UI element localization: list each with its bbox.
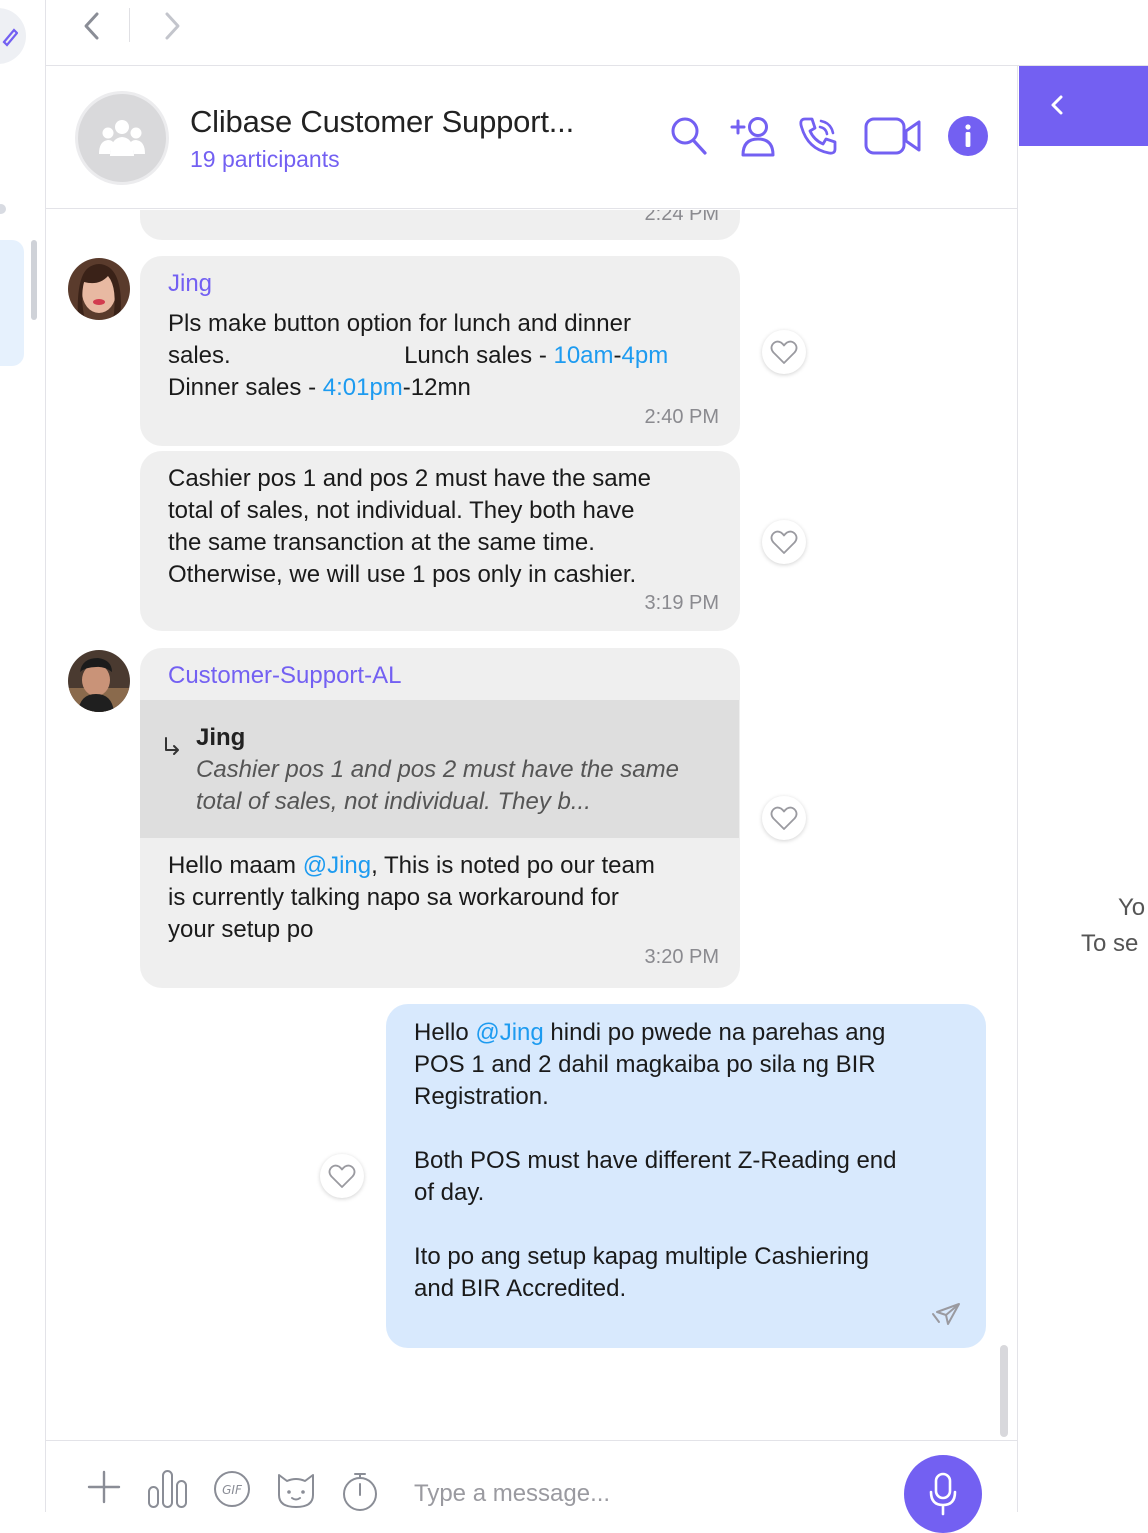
avatar-customer-support-al[interactable] xyxy=(68,650,130,712)
like-button[interactable] xyxy=(320,1154,364,1198)
panel-info-text: Yo xyxy=(1118,894,1146,921)
time-link[interactable]: 10am xyxy=(553,342,613,369)
message-status-icon xyxy=(932,1303,960,1325)
heart-icon xyxy=(770,806,798,830)
mention-link[interactable]: @Jing xyxy=(303,852,371,879)
call-icon xyxy=(799,117,837,155)
heart-icon xyxy=(770,530,798,554)
message-time: 3:19 PM xyxy=(644,592,719,614)
compose-icon xyxy=(2,28,18,47)
participants-count[interactable]: 19 participants xyxy=(190,146,340,173)
quoted-sender: Jing xyxy=(196,724,246,751)
svg-text:GIF: GIF xyxy=(222,1483,243,1497)
message-bubble-partial[interactable]: 2:24 PM xyxy=(140,210,740,240)
quoted-message[interactable]: Jing Cashier pos 1 and pos 2 must have t… xyxy=(140,700,739,838)
timer-button[interactable] xyxy=(338,1469,382,1513)
nav-divider xyxy=(129,8,130,42)
sticker-button[interactable] xyxy=(274,1469,318,1509)
info-button[interactable] xyxy=(945,113,991,159)
message-list[interactable]: 2:24 PM Jing Pls make button option for … xyxy=(46,210,1017,1440)
group-icon xyxy=(99,120,145,156)
microphone-icon xyxy=(929,1472,957,1516)
time-link[interactable]: 4:01pm xyxy=(323,374,403,401)
gif-icon: GIF xyxy=(214,1471,250,1507)
search-icon xyxy=(671,117,707,155)
sidebar-indicator xyxy=(0,204,6,214)
plus-icon xyxy=(87,1470,121,1504)
chat-title[interactable]: Clibase Customer Support... xyxy=(190,104,574,140)
group-avatar[interactable] xyxy=(75,91,169,185)
like-button[interactable] xyxy=(762,796,806,840)
voice-message-button[interactable] xyxy=(904,1455,982,1533)
message-list-scrollbar[interactable] xyxy=(1000,1345,1008,1437)
message-bubble-outgoing[interactable]: Hello @Jing hindi po pwede na parehas an… xyxy=(386,1004,986,1348)
message-composer: GIF xyxy=(46,1440,1017,1533)
chat-header: Clibase Customer Support... 19 participa… xyxy=(46,66,1017,209)
chevron-right-icon xyxy=(165,12,180,40)
message-bubble-incoming[interactable]: Jing Pls make button option for lunch an… xyxy=(140,256,740,446)
add-participant-button[interactable] xyxy=(728,113,776,159)
info-icon xyxy=(948,116,988,156)
video-call-button[interactable] xyxy=(863,113,923,159)
call-button[interactable] xyxy=(796,113,840,159)
quoted-text: Cashier pos 1 and pos 2 must have the sa… xyxy=(196,756,679,815)
like-button[interactable] xyxy=(762,520,806,564)
attach-button[interactable] xyxy=(86,1469,122,1505)
poll-icon xyxy=(148,1470,187,1508)
message-sender[interactable]: Jing xyxy=(168,270,212,298)
chevron-left-icon xyxy=(1051,95,1063,115)
video-call-icon xyxy=(864,117,921,155)
message-sender[interactable]: Customer-Support-AL xyxy=(168,662,401,690)
message-text-line: Dinner sales - 4:01pm-12mn xyxy=(168,374,471,401)
message-text: Hello @Jing hindi po pwede na parehas an… xyxy=(414,1019,897,1302)
message-input[interactable] xyxy=(414,1477,874,1511)
message-bubble-incoming[interactable]: Cashier pos 1 and pos 2 must have the sa… xyxy=(140,451,740,631)
chat-info-panel: Yo To se xyxy=(1017,66,1148,1512)
forward-button[interactable] xyxy=(158,12,186,40)
heart-icon xyxy=(770,340,798,364)
top-navigation-bar xyxy=(46,0,1148,66)
gif-button[interactable]: GIF xyxy=(212,1469,252,1509)
panel-collapse-button[interactable] xyxy=(1019,66,1148,146)
add-participant-icon xyxy=(730,117,775,157)
message-time: 2:40 PM xyxy=(644,406,719,428)
sticker-icon xyxy=(278,1474,314,1508)
avatar-photo xyxy=(68,650,130,712)
poll-button[interactable] xyxy=(146,1469,190,1509)
compose-button[interactable] xyxy=(0,8,26,64)
message-time: 3:20 PM xyxy=(644,946,719,968)
sidebar-item-active-chat[interactable] xyxy=(0,240,24,366)
left-sidebar xyxy=(0,0,46,1512)
search-button[interactable] xyxy=(666,113,712,159)
heart-icon xyxy=(328,1164,356,1188)
avatar-photo xyxy=(68,258,130,320)
like-button[interactable] xyxy=(762,330,806,374)
timer-icon xyxy=(343,1473,377,1511)
sidebar-scrollbar[interactable] xyxy=(31,240,37,320)
message-bubble-incoming[interactable]: Customer-Support-AL Jing Cashier pos 1 a… xyxy=(140,648,740,988)
back-button[interactable] xyxy=(78,12,106,40)
chevron-left-icon xyxy=(84,12,99,40)
time-link[interactable]: 4pm xyxy=(622,342,669,369)
panel-info-subtext: To se xyxy=(1081,930,1139,957)
message-text-line: Pls make button option for lunch and din… xyxy=(168,310,631,337)
message-time: 2:24 PM xyxy=(644,210,719,225)
message-text: Hello maam @Jing, This is noted po our t… xyxy=(168,852,655,943)
avatar-jing[interactable] xyxy=(68,258,130,320)
reply-arrow-icon xyxy=(165,737,179,755)
mention-link[interactable]: @Jing xyxy=(475,1019,543,1046)
message-text: Cashier pos 1 and pos 2 must have the sa… xyxy=(168,465,651,588)
message-text-line: sales. Lunch sales - 10am-4pm xyxy=(168,342,669,369)
